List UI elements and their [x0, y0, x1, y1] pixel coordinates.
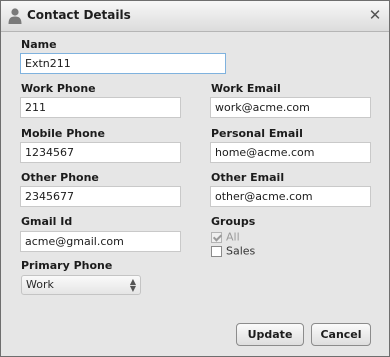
dialog-title: Contact Details [27, 8, 131, 22]
other-email-label: Other Email [211, 171, 285, 184]
updown-arrow-icon: ▲ ▼ [129, 277, 136, 293]
other-phone-input[interactable] [20, 186, 181, 207]
work-phone-input[interactable] [20, 97, 181, 118]
other-email-input[interactable] [210, 186, 371, 207]
group-sales-checkbox-row[interactable]: Sales [211, 244, 255, 258]
work-phone-label: Work Phone [21, 82, 96, 95]
primary-phone-value: Work [26, 278, 54, 291]
personal-email-input[interactable] [210, 142, 371, 163]
title-bar: Contact Details ✕ [1, 1, 389, 32]
group-all-label: All [226, 230, 240, 244]
work-email-input[interactable] [210, 97, 371, 118]
name-label: Name [21, 38, 57, 51]
mobile-phone-label: Mobile Phone [21, 127, 105, 140]
groups-label: Groups [211, 215, 256, 228]
work-email-label: Work Email [211, 82, 281, 95]
user-icon [8, 8, 22, 24]
personal-email-label: Personal Email [211, 127, 303, 140]
group-sales-label: Sales [226, 244, 256, 258]
primary-phone-select[interactable]: Work ▲ ▼ [21, 275, 141, 295]
other-phone-label: Other Phone [21, 171, 99, 184]
group-all-checkbox-row[interactable]: All [211, 230, 240, 244]
cancel-button[interactable]: Cancel [311, 323, 371, 346]
group-all-checkbox[interactable] [211, 231, 222, 243]
update-button[interactable]: Update [236, 323, 304, 346]
mobile-phone-input[interactable] [20, 142, 181, 163]
contact-details-dialog: Contact Details ✕ Name Work Phone Work E… [0, 0, 390, 357]
close-icon[interactable]: ✕ [367, 7, 383, 23]
gmail-label: Gmail Id [21, 215, 73, 228]
gmail-input[interactable] [20, 231, 181, 252]
name-input[interactable] [20, 53, 226, 74]
primary-phone-label: Primary Phone [21, 259, 113, 272]
group-sales-checkbox[interactable] [211, 245, 222, 257]
